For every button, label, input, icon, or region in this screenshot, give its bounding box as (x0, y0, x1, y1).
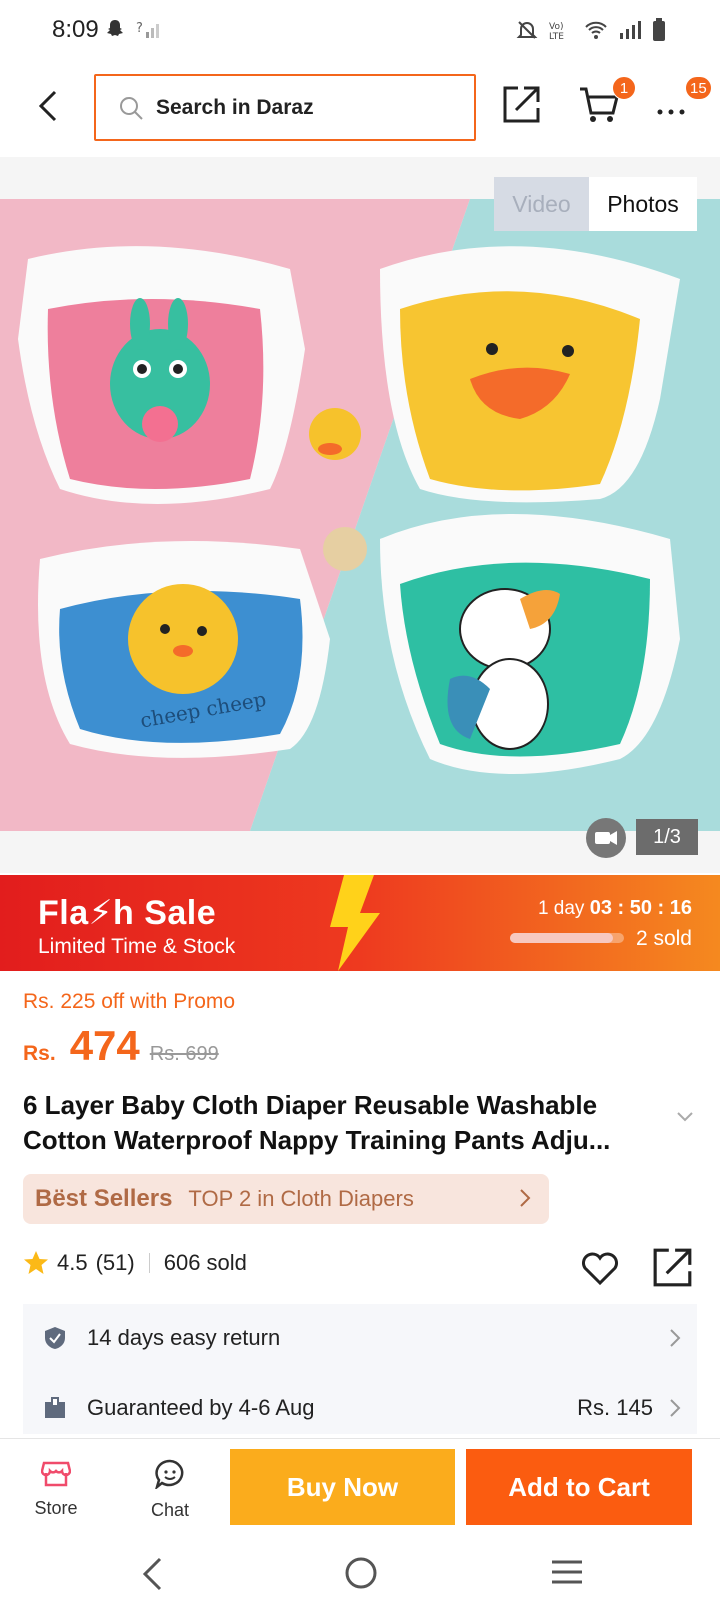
media-tabs: Video Photos (494, 177, 697, 231)
top-bar: Search in Daraz 1 15 (0, 60, 720, 155)
divider (148, 1253, 150, 1273)
volte-icon: Vo)LTE (549, 22, 564, 41)
svg-text:Vo): Vo) (549, 22, 563, 32)
delivery-box-icon (45, 1397, 65, 1418)
bottom-action-bar: Store Chat Buy Now Add to Cart (0, 1438, 720, 1538)
search-input[interactable]: Search in Daraz (94, 74, 476, 141)
delivery-text: Guaranteed by 4-6 Aug (87, 1395, 315, 1420)
cart-button[interactable]: 1 (578, 76, 636, 128)
price-row: Rs. 474 Rs. 699 (23, 1022, 219, 1070)
video-camera-icon (595, 831, 617, 845)
heart-icon (582, 1252, 618, 1286)
more-badge: 15 (685, 76, 712, 100)
flash-sale-timer: 1 day 03 : 50 : 16 (538, 897, 692, 920)
system-nav-bar (0, 1538, 720, 1612)
image-counter: 1/3 (636, 819, 698, 855)
mute-icon (516, 21, 538, 39)
original-price: Rs. 699 (149, 1043, 219, 1065)
delivery-row[interactable]: Guaranteed by 4-6 Aug Rs. 145 (23, 1374, 697, 1442)
tab-video[interactable]: Video (494, 177, 589, 231)
sold-count: 2 sold (635, 927, 692, 950)
share-product-button[interactable] (652, 1246, 694, 1288)
flash-sale-subtitle: Limited Time & Stock (38, 935, 236, 958)
share-icon (503, 86, 540, 123)
timer-prefix: 1 day (537, 898, 585, 919)
cart-badge: 1 (612, 76, 636, 100)
price-value: 474 (69, 1022, 140, 1069)
add-to-cart-button[interactable]: Add to Cart (466, 1449, 692, 1525)
system-recents-button[interactable] (550, 1558, 584, 1591)
wifi-icon (585, 21, 607, 39)
chevron-left-icon (142, 1557, 162, 1591)
promo-text[interactable]: Rs. 225 off with Promo (23, 990, 235, 1014)
price-currency: Rs. (23, 1042, 56, 1065)
share-icon (653, 1248, 692, 1287)
sold-progress-bar (510, 933, 624, 943)
delivery-fee: Rs. 145 (577, 1395, 653, 1420)
store-label: Store (34, 1498, 78, 1518)
lightning-icon (330, 875, 380, 971)
product-image[interactable]: cheep cheep (0, 199, 720, 831)
store-button[interactable]: Store (26, 1459, 86, 1519)
tab-photos[interactable]: Photos (589, 177, 697, 231)
best-sellers-rank: TOP 2 in Cloth Diapers (188, 1186, 414, 1211)
more-dots-icon (657, 109, 685, 115)
svg-text:LTE: LTE (549, 32, 564, 41)
expand-title-button[interactable] (676, 1110, 694, 1128)
more-button[interactable]: 15 (655, 76, 712, 128)
return-policy-row[interactable]: 14 days easy return (23, 1304, 697, 1372)
menu-lines-icon (552, 1560, 582, 1584)
chevron-right-icon (670, 1399, 681, 1417)
chevron-right-icon (670, 1329, 681, 1347)
chevron-left-icon (38, 90, 57, 122)
best-sellers-badge[interactable]: Bëst Sellers TOP 2 in Cloth Diapers (23, 1174, 549, 1224)
cell-signal-icon (620, 21, 641, 39)
timer-value: 03 : 50 : 16 (589, 897, 692, 919)
snapchat-icon (107, 20, 123, 36)
rating-count: (51) (95, 1250, 135, 1275)
chevron-right-icon (520, 1189, 531, 1207)
svg-text:?: ? (136, 21, 143, 36)
service-info-card: 14 days easy return Guaranteed by 4-6 Au… (23, 1304, 697, 1434)
product-photo: cheep cheep (0, 199, 720, 831)
search-icon (120, 96, 143, 120)
chevron-down-icon (677, 1112, 693, 1122)
video-play-button[interactable] (586, 818, 626, 858)
star-icon (24, 1251, 48, 1274)
return-policy-text: 14 days easy return (87, 1325, 281, 1350)
battery-icon (653, 18, 665, 41)
system-back-button[interactable] (140, 1556, 164, 1597)
sold-total: 606 sold (163, 1250, 247, 1275)
buy-now-button[interactable]: Buy Now (230, 1449, 455, 1525)
rating-value: 4.5 (57, 1250, 88, 1275)
wishlist-button[interactable] (580, 1248, 620, 1288)
product-gallery[interactable]: cheep cheep Video Photos (0, 157, 720, 873)
share-button[interactable] (502, 84, 546, 128)
rating-row[interactable]: 4.5 (51) 606 sold (23, 1250, 247, 1276)
system-home-button[interactable] (344, 1556, 378, 1595)
best-sellers-label: Bëst Sellers (35, 1185, 173, 1212)
product-title[interactable]: 6 Layer Baby Cloth Diaper Reusable Washa… (23, 1088, 673, 1158)
status-bar: 8:09 ? Vo) LTE (0, 0, 720, 60)
shield-check-icon (45, 1327, 65, 1349)
back-button[interactable] (30, 84, 66, 128)
home-circle-icon (345, 1557, 377, 1589)
store-icon (40, 1461, 72, 1487)
chat-button[interactable]: Chat (140, 1459, 200, 1521)
flash-sale-title: Fla⚡h Sale (38, 894, 217, 932)
chat-icon (154, 1459, 184, 1491)
status-time: 8:09 (52, 16, 99, 43)
flash-sale-banner[interactable]: Fla⚡h Sale Limited Time & Stock 1 day 03… (0, 875, 720, 971)
chat-label: Chat (150, 1500, 190, 1520)
weak-signal-icon: ? (136, 21, 159, 38)
search-placeholder: Search in Daraz (156, 95, 314, 119)
